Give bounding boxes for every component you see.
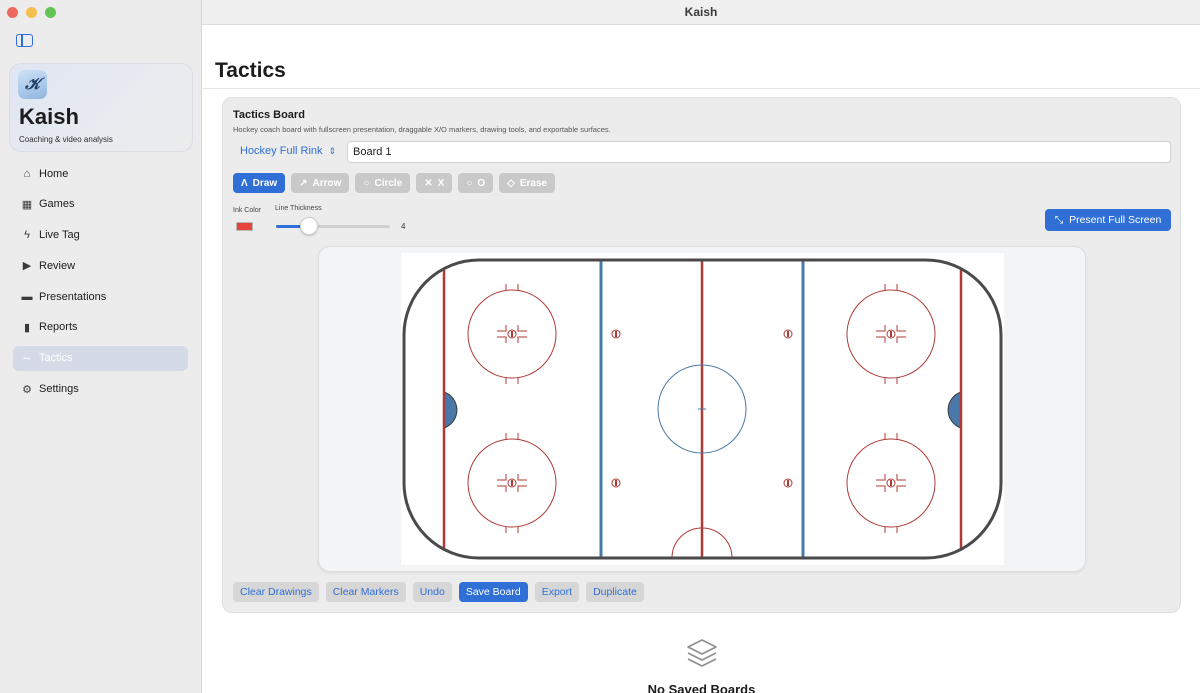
bar-chart-icon: ▮ <box>23 321 31 334</box>
panel-description: Hockey coach board with fullscreen prese… <box>233 125 611 134</box>
sidebar-item-label: Reports <box>39 321 78 334</box>
duplicate-button[interactable]: Duplicate <box>586 582 644 602</box>
scribble-icon: ∼ <box>22 352 32 365</box>
slider-thumb[interactable] <box>300 217 318 235</box>
board-name-input[interactable] <box>347 141 1171 163</box>
tool-label: Circle <box>374 177 403 189</box>
tool-draw-button[interactable]: Λ Draw <box>233 173 286 193</box>
expand-icon: ⤡ <box>1054 213 1064 226</box>
save-board-button[interactable]: Save Board <box>458 582 528 602</box>
left-goal-crease <box>443 391 458 429</box>
rink-type-select[interactable]: Hockey Full Rink ⇕ <box>240 145 336 157</box>
sidebar-item-games[interactable]: ▦ Games <box>13 192 188 217</box>
window-title: Kaish <box>202 0 1200 25</box>
page-title: Tactics <box>215 59 286 82</box>
play-rectangle-icon: ▶ <box>22 260 32 273</box>
line-thickness-label: Line Thickness <box>275 205 322 212</box>
empty-state-title: No Saved Boards <box>647 682 756 693</box>
stack-icon: ▬ <box>21 290 33 303</box>
sidebar-item-label: Review <box>39 259 76 272</box>
rink-markings <box>442 260 963 558</box>
clear-markers-button[interactable]: Clear Markers <box>325 582 406 602</box>
arrow-icon: ↗ <box>299 177 308 189</box>
main-content: Tactics Tactics Board Hockey coach board… <box>203 25 1200 693</box>
line-thickness-slider[interactable] <box>276 225 390 228</box>
tool-label: O <box>477 177 486 189</box>
o-icon: ○ <box>466 177 473 189</box>
tool-o-button[interactable]: ○ O <box>458 173 494 193</box>
tool-bar: Λ Draw ↗ Arrow ○ Circle ✕ X ○ O ◇ Erase <box>233 173 556 193</box>
eraser-icon: ◇ <box>507 177 515 189</box>
tool-x-button[interactable]: ✕ X <box>416 173 453 193</box>
sidebar-item-settings[interactable]: ⚙ Settings <box>13 377 188 402</box>
house-icon: ⌂ <box>23 167 31 180</box>
stack-layers-icon <box>687 639 717 667</box>
panel-title: Tactics Board <box>233 109 305 121</box>
x-icon: ✕ <box>424 177 433 189</box>
tool-erase-button[interactable]: ◇ Erase <box>499 173 556 193</box>
right-goal-crease <box>947 391 962 429</box>
sidebar-item-review[interactable]: ▶ Review <box>13 253 188 278</box>
tool-label: Erase <box>519 177 548 189</box>
sidebar-item-live-tag[interactable]: ϟ Live Tag <box>13 223 188 248</box>
sidebar-item-home[interactable]: ⌂ Home <box>13 161 188 186</box>
divider <box>203 88 1200 89</box>
board-canvas-card <box>318 246 1086 572</box>
brand-card: 𝒦 Kaish Coaching & video analysis <box>9 63 193 152</box>
sidebar: 𝒦 Kaish Coaching & video analysis ⌂ Home… <box>0 0 202 693</box>
clear-drawings-button[interactable]: Clear Drawings <box>233 582 319 602</box>
zoom-window-button[interactable] <box>45 7 56 18</box>
minimize-window-button[interactable] <box>26 7 37 18</box>
ink-color-label: Ink Color <box>233 207 262 214</box>
hockey-rink-diagram[interactable] <box>401 253 1004 565</box>
sidebar-item-label: Games <box>39 198 75 211</box>
sidebar-item-label: Settings <box>39 383 79 396</box>
sidebar-item-label: Home <box>39 167 69 180</box>
sidebar-item-label: Presentations <box>39 290 107 303</box>
board-actions: Clear Drawings Clear Markers Undo Save B… <box>233 582 644 602</box>
sidebar-item-label: Tactics <box>39 352 73 365</box>
tool-arrow-button[interactable]: ↗ Arrow <box>291 173 350 193</box>
bolt-icon: ϟ <box>24 229 30 242</box>
present-full-screen-button[interactable]: ⤡ Present Full Screen <box>1045 209 1171 231</box>
sidebar-nav: ⌂ Home ▦ Games ϟ Live Tag ▶ Review ▬ Pre… <box>13 161 188 407</box>
app-window: 𝒦 Kaish Coaching & video analysis ⌂ Home… <box>0 0 1200 693</box>
tool-label: Draw <box>252 177 278 189</box>
line-thickness-value: 4 <box>401 222 406 231</box>
chevron-up-down-icon: ⇕ <box>328 146 337 156</box>
sidebar-item-label: Live Tag <box>39 229 80 242</box>
circle-icon: ○ <box>363 177 370 189</box>
ink-color-swatch[interactable] <box>236 222 253 231</box>
sidebar-item-tactics[interactable]: ∼ Tactics <box>13 345 188 371</box>
sidebar-toggle-icon[interactable] <box>16 34 33 47</box>
tool-label: X <box>437 177 445 189</box>
tactics-board-panel: Tactics Board Hockey coach board with fu… <box>222 97 1181 613</box>
present-label: Present Full Screen <box>1069 214 1162 226</box>
close-window-button[interactable] <box>7 7 18 18</box>
sidebar-item-reports[interactable]: ▮ Reports <box>13 315 188 340</box>
brand-name: Kaish <box>19 104 79 129</box>
film-strip-icon: ▦ <box>21 198 33 211</box>
pen-icon: Λ <box>241 177 248 189</box>
rink-select-value: Hockey Full Rink <box>240 145 323 157</box>
gear-icon: ⚙ <box>22 383 32 396</box>
app-logo-icon: 𝒦 <box>18 70 47 99</box>
window-controls <box>7 7 56 18</box>
rink-canvas[interactable] <box>401 253 1004 565</box>
brand-subtitle: Coaching & video analysis <box>19 135 113 144</box>
tool-circle-button[interactable]: ○ Circle <box>355 173 411 193</box>
export-button[interactable]: Export <box>534 582 580 602</box>
undo-button[interactable]: Undo <box>412 582 452 602</box>
sidebar-item-presentations[interactable]: ▬ Presentations <box>13 284 188 309</box>
tool-label: Arrow <box>312 177 342 189</box>
